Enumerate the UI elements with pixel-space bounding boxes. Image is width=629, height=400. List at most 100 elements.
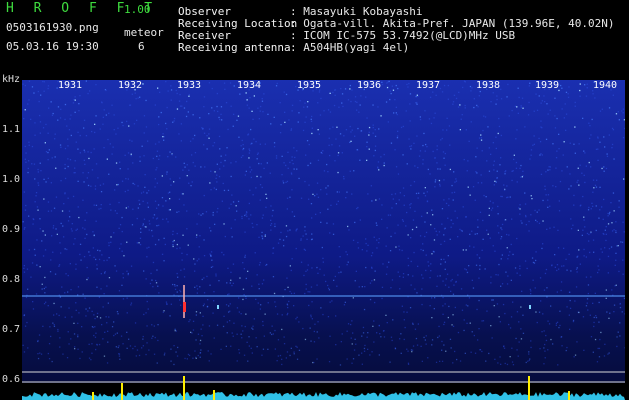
noise-speck [228,305,230,307]
meteor-count: 6 [138,40,145,53]
noise-speck [465,249,467,251]
noise-speck [421,215,423,217]
noise-speck [589,251,591,254]
noise-speck [558,268,560,270]
noise-speck [256,153,259,155]
noise-speck [207,350,209,352]
noise-speck [297,121,299,123]
noise-speck [516,181,518,183]
noise-speck [366,117,368,119]
noise-speck [348,229,350,231]
noise-speck [22,344,24,346]
noise-speck [232,201,235,203]
noise-speck [226,282,228,284]
noise-speck [405,225,407,227]
noise-speck [600,331,602,334]
noise-speck [591,202,593,204]
noise-speck [591,118,593,121]
noise-speck [613,311,615,313]
noise-speck [110,209,112,211]
noise-speck [27,103,29,105]
noise-speck [545,268,548,271]
noise-speck [543,347,545,349]
noise-speck [241,325,243,327]
noise-speck [366,336,368,338]
noise-speck [104,271,106,273]
noise-speck [156,362,158,364]
noise-speck [377,161,380,163]
noise-speck [563,141,565,143]
x-tick-1931: 1931 [58,80,83,91]
noise-speck [328,137,330,139]
noise-speck [462,206,464,208]
noise-speck [192,161,194,164]
noise-speck [519,204,521,206]
noise-speck [291,159,293,161]
noise-speck [511,361,514,363]
noise-speck [39,162,41,164]
noise-speck [363,308,366,311]
noise-speck [516,129,518,131]
noise-speck [170,89,173,91]
noise-speck [434,181,436,183]
noise-speck [317,102,319,104]
noise-speck [151,235,154,237]
noise-speck [470,351,472,353]
noise-speck [260,176,262,178]
noise-speck [31,163,33,165]
noise-speck [314,323,316,325]
noise-speck [118,227,120,229]
noise-speck [357,247,360,249]
noise-speck [264,313,266,315]
noise-speck [108,244,110,247]
noise-speck [491,299,493,301]
noise-speck [50,101,52,103]
noise-speck [275,157,278,159]
noise-speck [116,184,118,186]
noise-speck [89,254,91,257]
noise-speck [302,327,304,330]
noise-speck [515,337,517,340]
noise-speck [545,194,547,196]
noise-speck [492,142,494,144]
noise-speck [102,123,104,125]
noise-speck [547,320,549,322]
noise-speck [92,247,94,249]
noise-speck [435,361,438,363]
noise-speck [83,181,85,183]
noise-speck [337,171,339,174]
noise-speck [152,335,154,337]
noise-speck [400,126,403,129]
noise-speck [74,99,76,101]
noise-speck [353,170,355,172]
noise-speck [444,164,446,166]
y-tick-0-7: 0.7 [2,324,21,335]
noise-speck [135,355,137,357]
noise-speck [149,223,151,225]
noise-speck [397,271,399,273]
noise-speck [117,346,119,349]
noise-speck [309,327,311,329]
noise-speck [247,270,249,272]
noise-speck [83,149,85,151]
noise-speck [230,203,232,205]
noise-speck [574,300,576,302]
noise-speck [146,256,148,258]
noise-speck [76,228,78,230]
noise-speck [575,286,578,288]
noise-speck [507,258,509,260]
noise-speck [38,100,40,103]
noise-speck [232,282,234,284]
noise-speck [199,343,201,345]
noise-speck [622,108,624,110]
noise-speck [606,155,609,157]
noise-speck [388,80,390,83]
noise-speck [47,159,49,161]
noise-speck [583,248,585,251]
noise-speck [100,207,102,210]
noise-speck [607,215,609,217]
noise-speck [253,138,255,140]
noise-speck [306,106,309,108]
noise-speck [167,90,169,92]
noise-speck [88,157,90,160]
